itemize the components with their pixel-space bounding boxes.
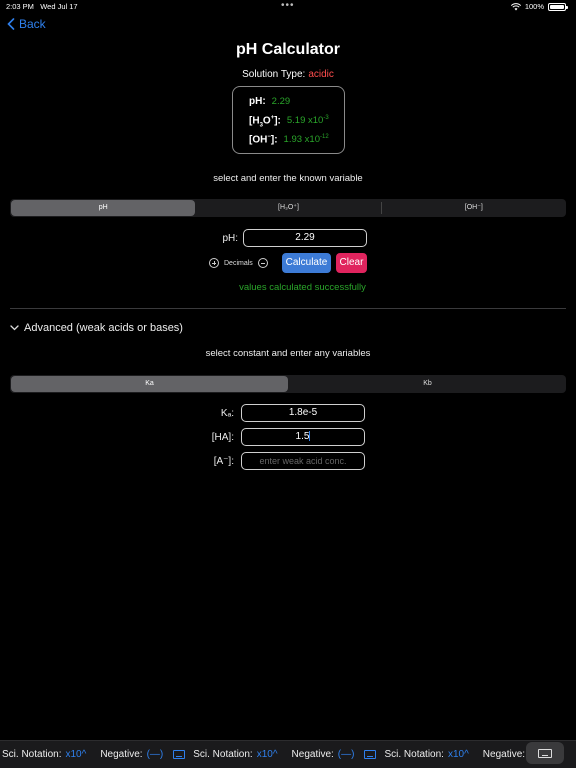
keyboard-icon[interactable] — [364, 750, 377, 759]
known-variable-prompt: select and enter the known variable — [213, 173, 363, 184]
tab-h3o[interactable]: [H₃O⁺] — [196, 200, 380, 216]
ph-input-label: pH: — [222, 232, 238, 244]
solution-type-label: Solution Type: — [242, 69, 306, 80]
result-h3o-value: 5.19 x10-3 — [286, 115, 329, 127]
result-oh: [OH−]: 1.93 x10-12 — [249, 134, 344, 153]
section-divider — [10, 308, 566, 309]
a-input[interactable]: enter weak acid conc. — [241, 452, 365, 470]
chevron-down-icon — [10, 325, 19, 331]
page-title: pH Calculator — [235, 41, 340, 58]
text-cursor — [309, 431, 311, 442]
tab-ph[interactable]: pH — [11, 200, 196, 216]
result-oh-value: 1.93 x10-12 — [283, 134, 329, 146]
status-right: 100% — [510, 2, 568, 11]
battery-icon — [548, 2, 568, 11]
result-ph-label: pH: — [249, 96, 266, 107]
result-h3o: [H3O+]: 5.19 x10-3 — [249, 115, 344, 134]
advanced-header-label: Advanced (weak acids or bases) — [24, 322, 183, 334]
sci-notation-button[interactable]: x10^ — [448, 749, 469, 760]
ha-input[interactable]: 1.5 — [241, 428, 365, 446]
known-variable-segmented: pH [H₃O⁺] [OH⁻] — [10, 199, 566, 217]
negative-button[interactable]: (—) — [338, 749, 355, 760]
clear-button[interactable]: Clear — [336, 253, 367, 273]
keyboard-icon[interactable] — [173, 750, 186, 759]
solution-type: Solution Type: acidic — [0, 69, 576, 80]
ph-input-row: pH: 2.29 — [200, 229, 367, 247]
tab-ka[interactable]: Ka — [11, 376, 288, 392]
status-bar: 2:03 PM Wed Jul 17 ••• 100% — [0, 0, 576, 14]
advanced-disclosure[interactable]: Advanced (weak acids or bases) — [10, 322, 183, 334]
tab-kb[interactable]: Kb — [289, 376, 566, 392]
minus-circle-icon[interactable] — [257, 258, 268, 268]
sci-notation-button[interactable]: x10^ — [65, 749, 86, 760]
sci-notation-label: Sci. Notation: — [384, 749, 444, 760]
ph-input[interactable]: 2.29 — [243, 229, 367, 247]
status-message: values calculated successfully — [239, 282, 366, 293]
chevron-left-icon — [7, 18, 15, 30]
wifi-icon — [510, 2, 521, 10]
result-oh-label: [OH−]: — [249, 134, 278, 146]
a-input-label: [A⁻]: — [213, 455, 234, 467]
kb-group-2: Sci. Notation: x10^ Negative: (—) — [193, 749, 382, 760]
solution-type-value: acidic — [308, 69, 334, 80]
kb-group-1: Sci. Notation: x10^ Negative: (—) — [2, 749, 191, 760]
result-h3o-label: [H3O+]: — [249, 115, 281, 129]
decimals-stepper: Decimals — [209, 258, 268, 268]
ha-input-row: [HA]: 1.5 — [190, 428, 365, 446]
kb-group-3: Sci. Notation: x10^ Negative: (—) — [384, 749, 545, 760]
status-time: 2:03 PM Wed Jul 17 — [6, 2, 78, 11]
keyboard-accessory-bar: Sci. Notation: x10^ Negative: (—) Sci. N… — [0, 740, 576, 768]
a-input-row: [A⁻]: enter weak acid conc. — [190, 452, 365, 470]
negative-label: Negative: — [482, 749, 526, 760]
constant-prompt: select constant and enter any variables — [205, 348, 371, 359]
calculate-button[interactable]: Calculate — [282, 253, 331, 273]
tab-oh[interactable]: [OH⁻] — [382, 200, 566, 216]
ka-input[interactable]: 1.8e-5 — [241, 404, 365, 422]
result-box: pH: 2.29 [H3O+]: 5.19 x10-3 [OH−]: 1.93 … — [232, 86, 345, 154]
ha-input-label: [HA]: — [211, 431, 234, 443]
sci-notation-label: Sci. Notation: — [193, 749, 253, 760]
sci-notation-label: Sci. Notation: — [2, 749, 62, 760]
battery-percent: 100% — [524, 2, 544, 11]
back-label: Back — [19, 17, 46, 31]
negative-button[interactable]: (—) — [147, 749, 164, 760]
decimals-label: Decimals — [224, 259, 253, 267]
result-ph: pH: 2.29 — [249, 96, 344, 115]
result-ph-value: 2.29 — [271, 96, 291, 107]
sci-notation-button[interactable]: x10^ — [257, 749, 278, 760]
back-button[interactable]: Back — [7, 17, 46, 31]
multitasking-dots-icon[interactable]: ••• — [281, 0, 295, 11]
keyboard-dismiss-button[interactable] — [526, 742, 564, 764]
negative-label: Negative: — [291, 749, 334, 760]
ka-input-label: Kₐ: — [220, 407, 234, 419]
negative-label: Negative: — [100, 749, 143, 760]
plus-circle-icon[interactable] — [209, 258, 219, 268]
keyboard-dismiss-icon — [538, 748, 552, 758]
constant-segmented: Ka Kb — [10, 375, 566, 393]
ka-input-row: Kₐ: 1.8e-5 — [190, 404, 365, 422]
